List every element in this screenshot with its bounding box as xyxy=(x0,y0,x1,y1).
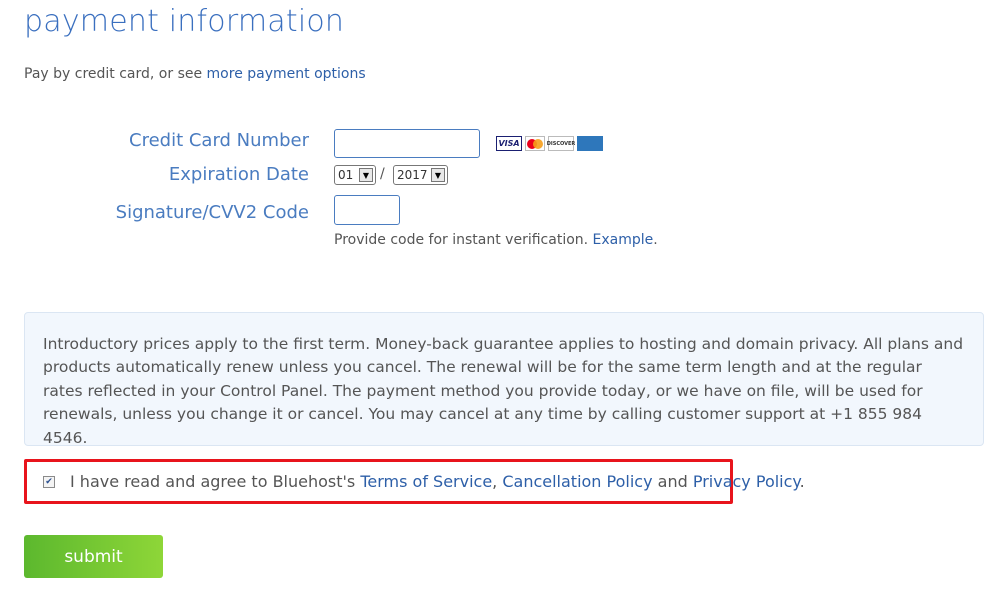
renewal-notice: Introductory prices apply to the first t… xyxy=(24,312,984,447)
expiration-month-select[interactable]: 01 ▼ xyxy=(334,165,376,185)
amex-card-icon xyxy=(577,136,603,151)
expiration-separator: / xyxy=(380,166,385,182)
mastercard-card-icon xyxy=(525,136,545,151)
terms-agreement: ✔ I have read and agree to Bluehost's Te… xyxy=(24,459,805,504)
discover-card-icon: DISCOVER xyxy=(547,136,575,151)
cvv-example-link[interactable]: Example xyxy=(593,232,654,248)
expiration-date-label: Expiration Date xyxy=(168,164,309,185)
chevron-down-icon: ▼ xyxy=(431,168,445,182)
expiration-month-value: 01 xyxy=(338,168,354,182)
chevron-down-icon: ▼ xyxy=(359,168,373,182)
credit-card-number-input[interactable] xyxy=(334,129,480,158)
privacy-policy-link[interactable]: Privacy Policy xyxy=(693,472,800,491)
terms-of-service-link[interactable]: Terms of Service xyxy=(360,472,492,491)
submit-button[interactable]: submit xyxy=(24,535,163,578)
cvv-input[interactable] xyxy=(334,195,400,225)
cancellation-policy-link[interactable]: Cancellation Policy xyxy=(502,472,652,491)
expiration-year-select[interactable]: 2017 ▼ xyxy=(393,165,448,185)
visa-card-icon: VISA xyxy=(496,136,522,151)
cvv-hint: Provide code for instant verification. E… xyxy=(334,232,658,248)
cvv-hint-text: Provide code for instant verification. xyxy=(334,232,593,248)
accepted-cards: VISA DISCOVER xyxy=(496,136,603,151)
cvv-label: Signature/CVV2 Code xyxy=(115,202,309,223)
terms-text: I have read and agree to Bluehost's Term… xyxy=(70,472,805,491)
intro-text: Pay by credit card, or see xyxy=(24,66,207,82)
page-title: payment information xyxy=(24,4,345,39)
more-payment-options-link[interactable]: more payment options xyxy=(207,66,366,82)
expiration-year-value: 2017 xyxy=(397,168,428,182)
intro-line: Pay by credit card, or see more payment … xyxy=(24,66,366,82)
credit-card-number-label: Credit Card Number xyxy=(129,130,309,151)
terms-checkbox[interactable]: ✔ xyxy=(43,476,55,488)
